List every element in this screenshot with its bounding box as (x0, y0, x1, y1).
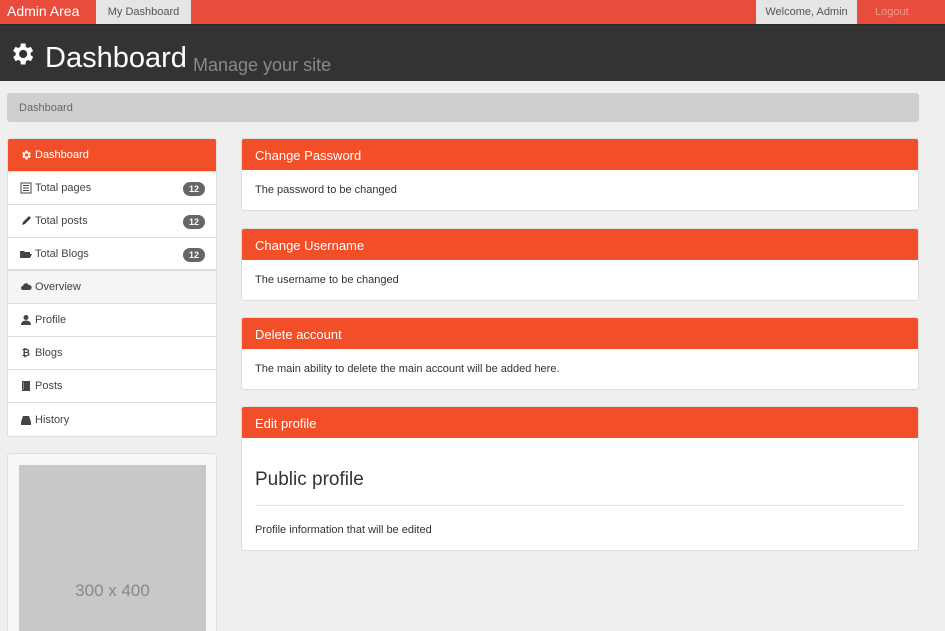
breadcrumb-current: Dashboard (19, 102, 73, 114)
sidebar-item-total-blogs[interactable]: Total Blogs 12 (8, 238, 216, 271)
panel-title[interactable]: Change Username (242, 229, 918, 260)
panel-title[interactable]: Change Password (242, 139, 918, 170)
panel-title[interactable]: Edit profile (242, 407, 918, 438)
panel-body: The password to be changed (255, 184, 397, 196)
sidebar-item-profile[interactable]: Profile (8, 304, 216, 337)
sidebar-item-label: Profile (35, 314, 67, 326)
logout-link[interactable]: Logout (857, 0, 945, 24)
sidebar-item-label: Total pages (35, 182, 92, 194)
count-badge: 12 (182, 248, 205, 262)
gear-icon (13, 43, 34, 65)
gear-icon (22, 150, 31, 160)
panel-body: The username to be changed (255, 274, 399, 286)
edit-profile-panel: Edit profile Public profile Profile info… (241, 406, 919, 551)
profile-info-text: Profile information that will be edited (255, 524, 432, 536)
welcome-text: Welcome, Admin (756, 0, 857, 24)
sidebar-item-dashboard[interactable]: Dashboard (8, 139, 216, 172)
page-title: Dashboard (45, 42, 187, 74)
brand-link[interactable]: Admin Area (7, 3, 79, 19)
cloud-icon (21, 283, 32, 290)
sidebar-item-history[interactable]: History (8, 403, 216, 436)
sidebar-item-total-posts[interactable]: Total posts 12 (8, 205, 216, 238)
page-subtitle: Manage your site (193, 55, 332, 75)
pencil-icon (22, 216, 31, 225)
sidebar-item-label: History (35, 413, 70, 426)
sidebar: Dashboard Total pages 12 Total posts 12 … (7, 138, 217, 437)
panel-body: Public profile Profile information that … (242, 438, 918, 550)
user-icon (21, 315, 31, 325)
thumbnail-frame: 300 x 400 (7, 453, 217, 631)
sidebar-item-blogs[interactable]: ₿ Blogs (8, 337, 216, 370)
sidebar-item-label: Total Blogs (35, 247, 89, 260)
count-badge: 12 (182, 215, 205, 229)
sidebar-item-label: Posts (35, 380, 63, 392)
sidebar-item-overview[interactable]: Overview (8, 271, 216, 304)
placeholder-text: 300 x 400 (75, 581, 150, 600)
sidebar-item-label: Dashboard (35, 149, 89, 161)
folder-open-icon (20, 250, 32, 258)
placeholder-image: 300 x 400 (19, 465, 206, 631)
breadcrumb: Dashboard (7, 93, 919, 122)
page-header: Dashboard Manage your site (0, 24, 945, 81)
sidebar-item-label: Total posts (35, 215, 88, 227)
change-password-panel: Change Password The password to be chang… (241, 138, 919, 211)
change-username-panel: Change Username The username to be chang… (241, 228, 919, 301)
top-navbar: Admin Area My Dashboard Welcome, Admin L… (0, 0, 945, 24)
list-icon (20, 182, 32, 194)
book-icon (22, 381, 30, 391)
bitcoin-icon: ₿ (21, 347, 31, 359)
count-badge: 12 (182, 182, 205, 196)
public-profile-heading: Public profile (255, 469, 905, 506)
nav-my-dashboard[interactable]: My Dashboard (96, 0, 191, 24)
hdd-icon (21, 415, 31, 425)
panel-title[interactable]: Delete account (242, 318, 918, 349)
sidebar-item-posts[interactable]: Posts (8, 370, 216, 403)
nav-right: Welcome, Admin Logout (756, 0, 945, 24)
sidebar-item-label: Overview (35, 281, 81, 293)
delete-account-panel: Delete account The main ability to delet… (241, 317, 919, 390)
panel-body: The main ability to delete the main acco… (255, 363, 560, 375)
sidebar-item-label: Blogs (35, 347, 63, 359)
sidebar-item-total-pages[interactable]: Total pages 12 (8, 172, 216, 205)
